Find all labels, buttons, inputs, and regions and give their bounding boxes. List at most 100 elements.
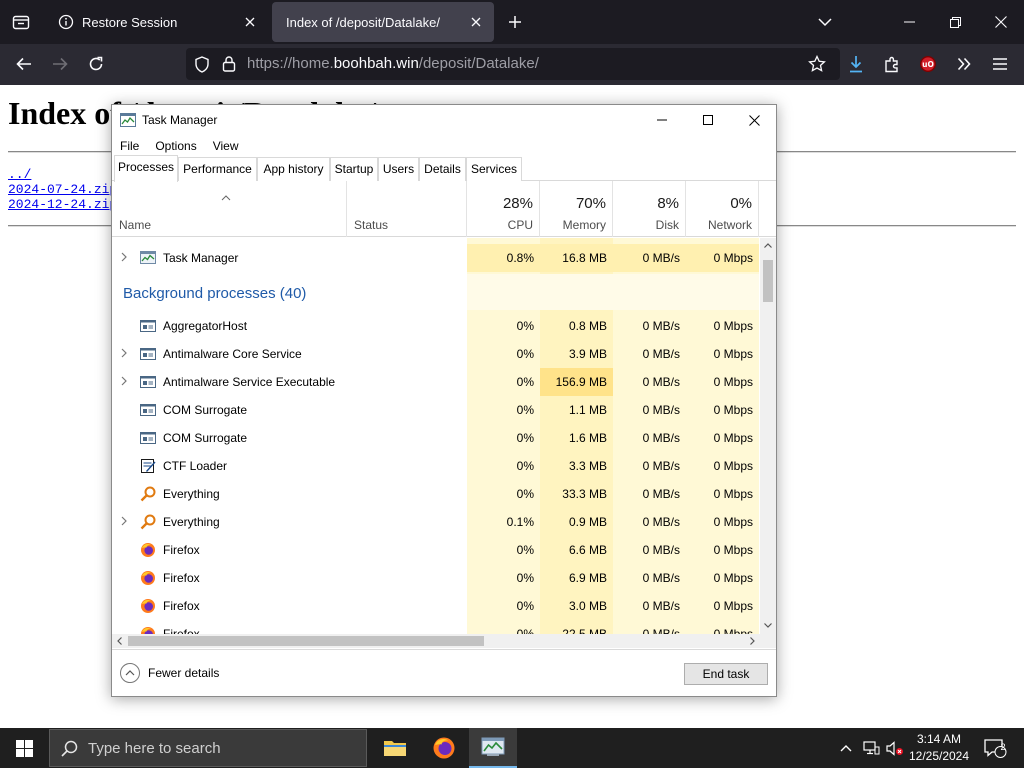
process-row[interactable]: Everything 0.1% 0.9 MB 0 MB/s 0 Mbps [112,508,760,536]
scroll-left-icon[interactable] [117,637,122,645]
horizontal-scroll-thumb[interactable] [128,636,484,646]
star-icon[interactable] [808,55,826,73]
tab-details[interactable]: Details [419,157,466,181]
link-parent-directory[interactable]: ../ [8,167,117,182]
menu-file[interactable]: File [112,136,147,156]
title-bar[interactable]: Task Manager [112,105,776,135]
forward-button[interactable] [44,48,76,80]
column-header-name[interactable]: Name [112,181,347,237]
process-row[interactable]: COM Surrogate 0% 1.1 MB 0 MB/s 0 Mbps [112,396,760,424]
scroll-down-icon[interactable] [764,623,772,628]
fewer-details-button[interactable]: Fewer details [120,663,219,683]
everything-icon [140,486,156,502]
process-row[interactable]: Firefox 0% 6.9 MB 0 MB/s 0 Mbps [112,564,760,592]
taskbar-clock[interactable]: 3:14 AM 12/25/2024 [904,731,974,765]
horizontal-scrollbar[interactable] [112,634,760,648]
tm-footer: Fewer details End task [112,649,776,697]
process-row[interactable]: CTF Loader 0% 3.3 MB 0 MB/s 0 Mbps [112,452,760,480]
taskbar-file-explorer[interactable] [371,728,419,768]
show-hidden-icons-button[interactable] [836,728,856,768]
service-icon [140,374,156,390]
process-row[interactable]: Antimalware Service Executable 0% 156.9 MB… [112,368,760,396]
chevron-right-icon[interactable] [118,515,130,527]
link-file[interactable]: 2024-07-24.zip [8,182,117,197]
column-header-memory[interactable]: 70% Memory [540,181,613,237]
process-row[interactable]: AggregatorHost 0% 0.8 MB 0 MB/s 0 Mbps [112,312,760,340]
minimize-button[interactable] [886,0,932,44]
group-header-background-processes[interactable]: Background processes (40) [123,285,306,302]
cell-net: 0 Mbps [713,459,753,473]
taskbar-firefox[interactable] [420,728,468,768]
downloads-button[interactable] [840,48,872,80]
url-bar[interactable]: https://home.boohbah.win/deposit/Datalak… [186,48,840,80]
tm-close-button[interactable] [731,105,777,135]
ublock-button[interactable]: uO [912,48,944,80]
chevron-right-icon[interactable] [118,375,130,387]
restore-icon [949,16,961,28]
process-row[interactable]: Firefox 0% 6.6 MB 0 MB/s 0 Mbps [112,536,760,564]
tm-maximize-button[interactable] [685,105,731,135]
url-text[interactable]: https://home.boohbah.win/deposit/Datalak… [247,48,539,80]
tab-performance[interactable]: Performance [178,157,257,181]
menu-options[interactable]: Options [147,136,204,156]
process-row[interactable]: Everything 0% 33.3 MB 0 MB/s 0 Mbps [112,480,760,508]
scroll-up-icon[interactable] [764,243,772,248]
cpu-total: 28% [502,195,533,212]
column-header-cpu[interactable]: 28% CPU [467,181,540,237]
tab-overflow-button[interactable] [802,0,848,44]
network-icon [862,740,879,754]
tray-volume[interactable] [884,728,906,768]
tab-index-datalake[interactable]: Index of /deposit/Datalake/ [272,2,494,42]
vertical-scroll-thumb[interactable] [763,260,773,302]
action-center-button[interactable]: 2 [978,728,1012,768]
app-menu-button[interactable] [984,48,1016,80]
lock-icon[interactable] [222,55,236,72]
start-button[interactable] [0,728,48,768]
process-row[interactable]: Firefox 0% 22.5 MB 0 MB/s 0 Mbps [112,620,760,634]
cell-mem: 33.3 MB [562,487,607,501]
menu-view[interactable]: View [205,136,247,156]
vertical-scrollbar[interactable] [760,238,776,634]
new-tab-button[interactable] [500,6,530,38]
shield-icon[interactable] [194,56,210,73]
tab-app-history[interactable]: App history [257,157,330,181]
window-title: Task Manager [142,113,218,127]
process-row[interactable]: Task Manager 0.8% 16.8 MB 0 MB/s 0 Mbps [112,244,760,272]
firefox-icon [140,598,156,614]
chevron-right-icon[interactable] [118,251,130,263]
maximize-icon [703,115,713,125]
reload-button[interactable] [80,48,112,80]
scroll-right-icon[interactable] [750,637,755,645]
back-button[interactable] [8,48,40,80]
tab-startup[interactable]: Startup [330,157,378,181]
more-tools-button[interactable] [948,48,980,80]
chevron-right-icon[interactable] [118,347,130,359]
list-all-tabs-button[interactable] [0,0,42,44]
link-file[interactable]: 2024-12-24.zip [8,197,117,212]
taskbar-search-box[interactable]: Type here to search [49,729,367,767]
close-window-button[interactable] [978,0,1024,44]
tm-minimize-button[interactable] [639,105,685,135]
column-header-network[interactable]: 0% Network [686,181,759,237]
tab-restore-session[interactable]: Restore Session [44,2,268,42]
restore-button[interactable] [932,0,978,44]
everything-icon [140,514,156,530]
tab-close-button[interactable] [236,8,264,36]
process-list[interactable]: Background processes (40) Task Manager 0.… [112,238,760,634]
taskbar-task-manager[interactable] [469,728,517,768]
process-row[interactable]: Antimalware Core Service 0% 3.9 MB 0 MB/s 0 … [112,340,760,368]
extensions-button[interactable] [876,48,908,80]
tab-users[interactable]: Users [378,157,419,181]
column-header-disk[interactable]: 8% Disk [613,181,686,237]
tab-services[interactable]: Services [466,157,522,181]
tab-close-button[interactable] [462,8,490,36]
end-task-button[interactable]: End task [684,663,768,685]
process-row[interactable]: COM Surrogate 0% 1.6 MB 0 MB/s 0 Mbps [112,424,760,452]
url-host: boohbah.win [333,55,419,72]
process-row[interactable]: Firefox 0% 3.0 MB 0 MB/s 0 Mbps [112,592,760,620]
tray-network[interactable] [860,728,882,768]
column-header-status[interactable]: Status [347,181,467,237]
tab-processes[interactable]: Processes [114,155,178,182]
disk-total: 8% [657,195,679,212]
cell-disk: 0 MB/s [642,543,680,557]
